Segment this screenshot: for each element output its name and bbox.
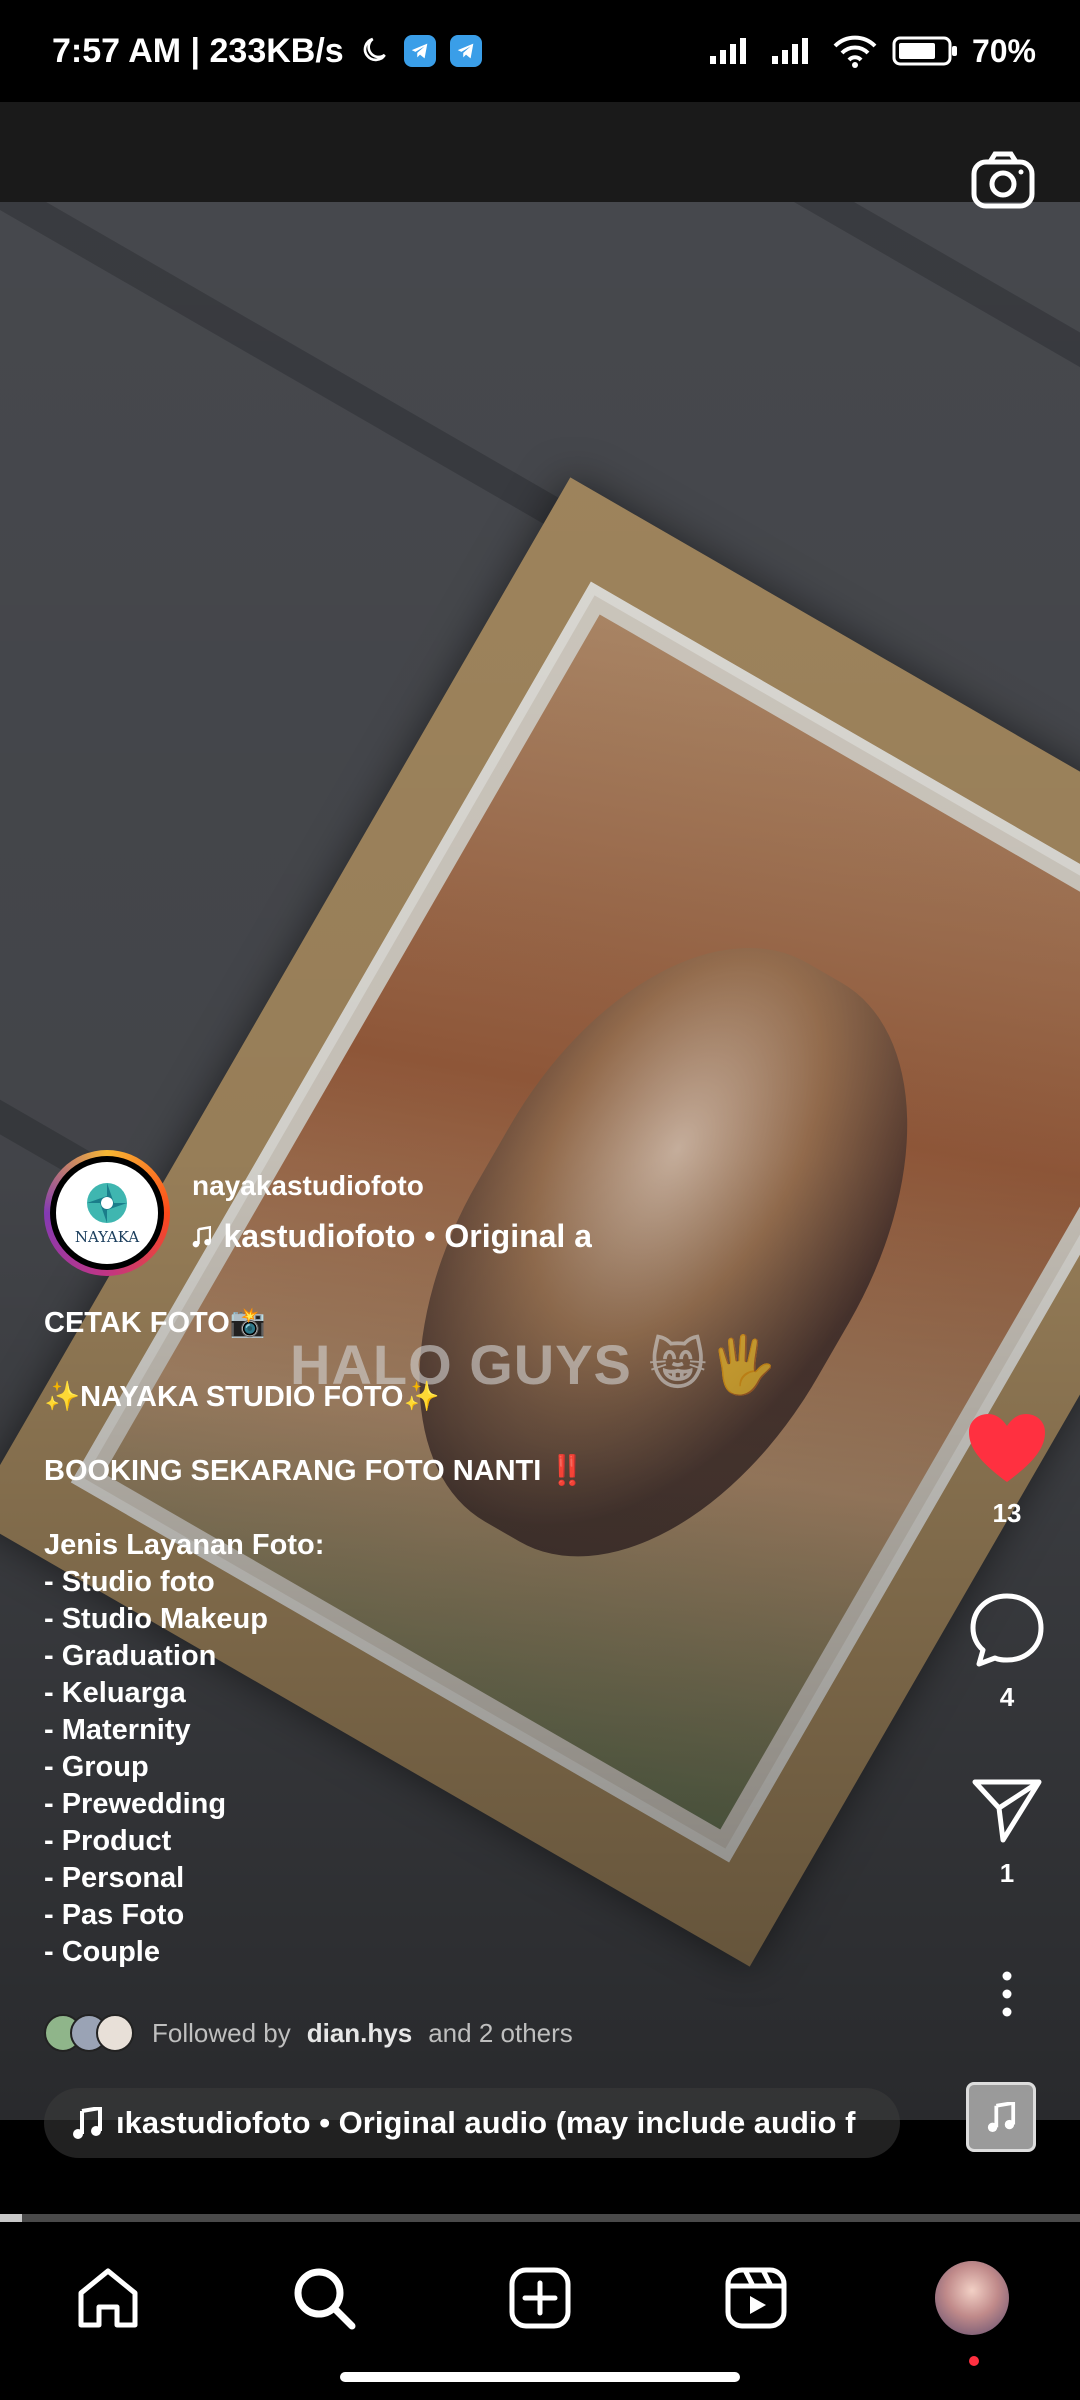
telegram-icon: [403, 35, 436, 67]
profile-avatar: [935, 2261, 1009, 2335]
create-icon: [509, 2267, 571, 2329]
share-icon[interactable]: [971, 1778, 1043, 1844]
more-icon[interactable]: [997, 1970, 1017, 2018]
audio-snippet: kastudiofoto • Original a: [223, 1218, 592, 1254]
caption-line: [44, 1416, 904, 1453]
avatar: [96, 2014, 134, 2052]
signal-icon: [771, 38, 808, 64]
home-icon: [78, 2268, 138, 2328]
caption-line: [44, 1490, 904, 1527]
nav-reels[interactable]: [716, 2258, 796, 2338]
status-bar: 7:57 AM | 233KB/s 70%: [0, 0, 1080, 102]
caption-line: - Maternity: [44, 1714, 191, 1746]
status-right: 70%: [708, 0, 1036, 102]
like-count: 13: [992, 1498, 1022, 1528]
caption-line: Jenis Layanan Foto:: [44, 1529, 325, 1561]
progress-fill: [0, 2214, 22, 2222]
caption-line: ✨NAYAKA STUDIO FOTO✨: [44, 1381, 440, 1413]
caption-line: - Personal: [44, 1862, 185, 1894]
caption-line: BOOKING SEKARANG FOTO NANTI ‼️: [44, 1455, 586, 1487]
search-icon: [294, 2268, 356, 2330]
share-count: 1: [999, 1858, 1015, 1888]
nav-profile[interactable]: [932, 2258, 1012, 2366]
comment-count: 4: [999, 1682, 1015, 1712]
audio-thumbnail[interactable]: [966, 2082, 1036, 2152]
nav-create[interactable]: [500, 2258, 580, 2338]
author-audio[interactable]: kastudiofoto • Original a: [192, 1218, 592, 1255]
moon-icon: [363, 37, 386, 62]
status-time: 7:57 AM | 233KB/s: [52, 31, 344, 70]
caption-line: CETAK FOTO📸: [44, 1307, 266, 1339]
music-note-icon: [73, 2107, 102, 2139]
comment-action[interactable]: 4: [964, 1592, 1050, 1713]
audio-pill-text: ıkastudiofoto • Original audio (may incl…: [116, 2105, 856, 2140]
home-indicator: [340, 2372, 740, 2382]
like-action[interactable]: 13: [964, 1412, 1050, 1529]
nav-search[interactable]: [284, 2258, 364, 2338]
caption-line: - Prewedding: [44, 1788, 227, 1820]
music-note-icon: [192, 1225, 212, 1247]
follower-avatars: [44, 2014, 134, 2052]
heart-icon[interactable]: [967, 1412, 1047, 1484]
aperture-icon: [87, 1183, 127, 1223]
caption[interactable]: CETAK FOTO📸 ✨NAYAKA STUDIO FOTO✨ BOOKING…: [44, 1305, 904, 1971]
followed-prefix: Followed by: [152, 2017, 291, 2048]
nav-home[interactable]: [68, 2258, 148, 2338]
caption-line: - Pas Foto: [44, 1899, 185, 1931]
caption-line: - Product: [44, 1825, 172, 1857]
caption-line: - Graduation: [44, 1640, 217, 1672]
share-action[interactable]: 1: [964, 1778, 1050, 1889]
author-avatar[interactable]: NAYAKA: [44, 1150, 170, 1276]
video-progress[interactable]: [0, 2214, 1080, 2222]
reels-icon: [725, 2267, 787, 2329]
caption-line: [44, 1342, 904, 1379]
caption-line: - Group: [44, 1751, 149, 1783]
top-bar: [0, 102, 1080, 202]
nayaka-logo: NAYAKA: [56, 1162, 158, 1264]
caption-line: - Studio Makeup: [44, 1603, 268, 1635]
music-note-icon: [987, 2102, 1016, 2132]
battery-icon: [892, 36, 957, 66]
followed-by[interactable]: Followed by dian.hys and 2 others: [44, 2014, 573, 2052]
camera-icon[interactable]: [970, 148, 1036, 214]
avatar-border: NAYAKA: [50, 1156, 164, 1270]
status-left: 7:57 AM | 233KB/s: [52, 0, 482, 102]
logo-text: NAYAKA: [74, 1228, 140, 1246]
notification-dot: [969, 2356, 979, 2366]
caption-line: - Keluarga: [44, 1677, 186, 1709]
caption-line: - Couple: [44, 1936, 160, 1968]
telegram-icon: [449, 35, 482, 67]
wifi-icon: [833, 35, 877, 68]
comment-icon[interactable]: [969, 1592, 1045, 1668]
followed-name: dian.hys: [306, 2017, 413, 2048]
more-action[interactable]: [964, 1970, 1050, 2018]
signal-icon: [709, 38, 746, 64]
audio-pill[interactable]: ıkastudiofoto • Original audio (may incl…: [44, 2088, 900, 2158]
followed-suffix: and 2 others: [428, 2017, 573, 2048]
caption-line: - Studio foto: [44, 1566, 215, 1598]
author-username[interactable]: nayakastudiofoto: [192, 1170, 424, 1202]
battery-percent: 70%: [971, 32, 1036, 69]
